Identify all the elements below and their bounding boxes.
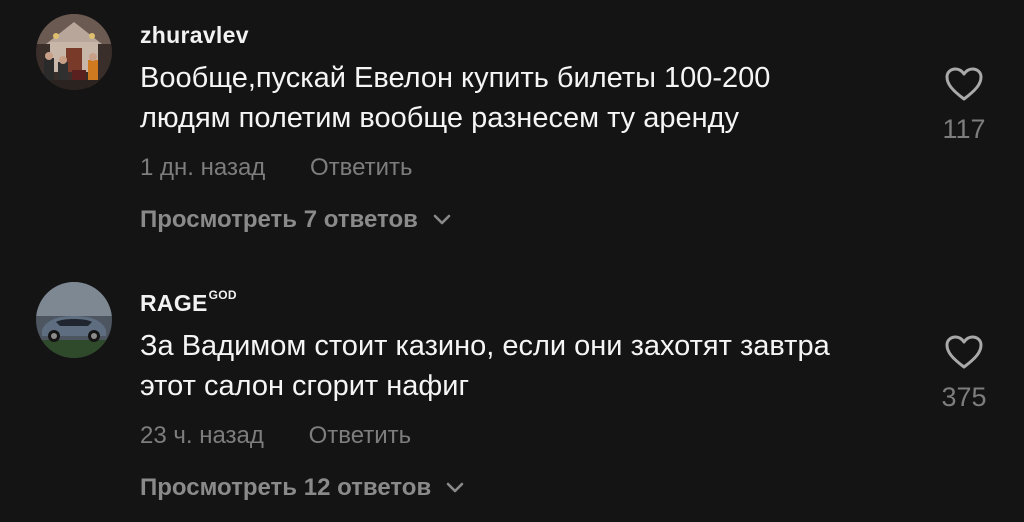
comment-line: людям полетим вообще разнесем ту аренду: [140, 102, 740, 134]
like-count: 117: [942, 114, 986, 144]
avatar-image: [36, 14, 112, 90]
comment-line: За Вадимом стоит казино, если они захотя…: [140, 330, 830, 362]
avatar[interactable]: [36, 14, 112, 90]
chevron-down-icon: [433, 205, 451, 233]
like-button[interactable]: 117: [934, 66, 994, 145]
comment-meta: 23 ч. назад Ответить: [140, 422, 411, 450]
chevron-down-icon: [446, 473, 464, 501]
heart-outline-icon: [934, 66, 994, 102]
comment-line: этот салон сгорит нафиг: [140, 370, 470, 402]
like-count: 375: [941, 382, 987, 412]
username[interactable]: zhuravlev: [140, 22, 249, 49]
timestamp: 1 дн. назад: [140, 154, 266, 181]
view-replies-button[interactable]: Просмотреть 12 ответов: [140, 474, 464, 503]
like-button[interactable]: 375: [934, 334, 994, 413]
avatar-image: [36, 282, 112, 358]
comment-meta: 1 дн. назад Ответить: [140, 154, 413, 182]
comment-line: Вообще,пускай Евелон купить билеты 100-2…: [140, 62, 771, 94]
timestamp: 23 ч. назад: [140, 422, 264, 449]
reply-button[interactable]: Ответить: [309, 422, 412, 449]
view-replies-button[interactable]: Просмотреть 7 ответов: [140, 206, 451, 235]
avatar[interactable]: [36, 282, 112, 358]
view-replies-label: Просмотреть 7 ответов: [140, 206, 418, 233]
comment-text: Вообще,пускай Евелон купить билеты 100-2…: [140, 58, 930, 138]
username[interactable]: RAGEGOD: [140, 288, 237, 317]
username-text: RAGE: [140, 290, 208, 316]
comment-text: За Вадимом стоит казино, если они захотя…: [140, 326, 930, 406]
reply-button[interactable]: Ответить: [310, 154, 413, 181]
username-superscript: GOD: [208, 288, 237, 302]
username-text: zhuravlev: [140, 22, 249, 48]
heart-outline-icon: [934, 334, 994, 370]
view-replies-label: Просмотреть 12 ответов: [140, 474, 432, 501]
